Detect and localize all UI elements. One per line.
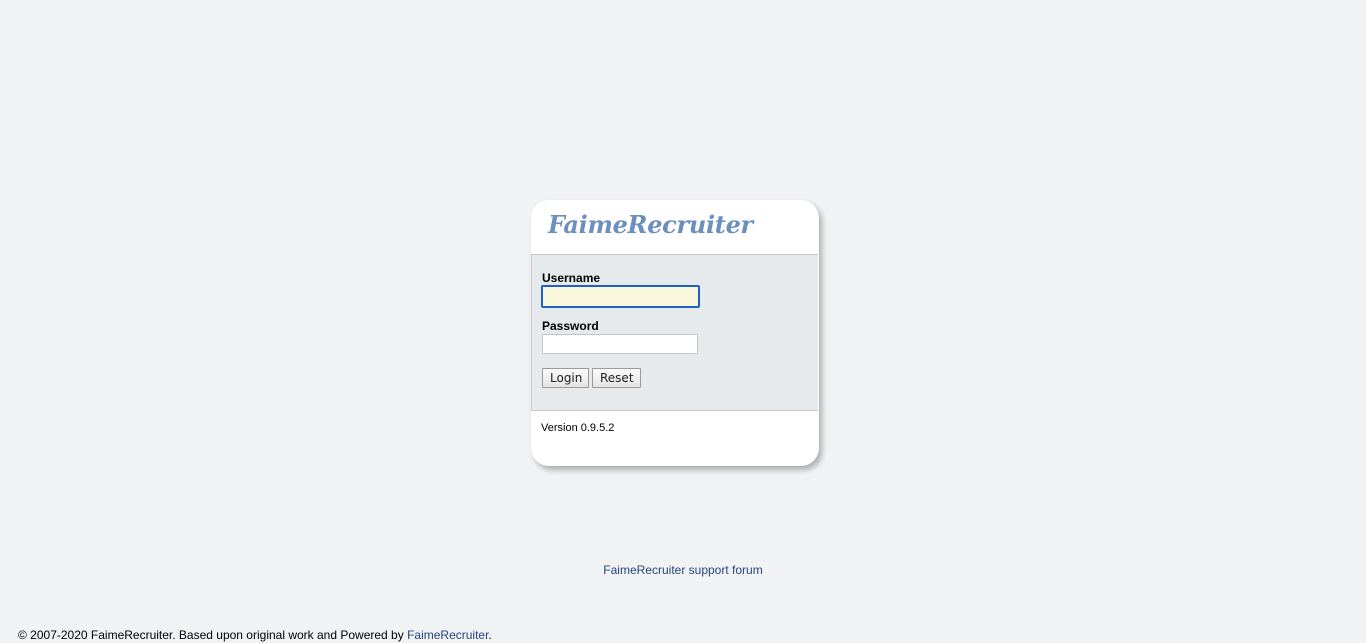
footer-period: . [488,628,492,642]
powered-by-link[interactable]: FaimeRecruiter [407,628,488,642]
footer-copyright: © 2007-2020 FaimeRecruiter. Based upon o… [18,628,408,642]
username-input[interactable] [541,285,700,308]
support-link-container: FaimeRecruiter support forum [0,563,1366,577]
support-forum-link[interactable]: FaimeRecruiter support forum [603,563,762,577]
login-card: FaimeRecruiter Username Password Login R… [531,200,819,466]
footer: © 2007-2020 FaimeRecruiter. Based upon o… [18,628,492,642]
version-text: Version 0.9.5.2 [541,422,615,434]
app-logo: FaimeRecruiter [548,210,753,239]
login-button[interactable]: Login [542,368,589,388]
reset-button[interactable]: Reset [592,368,641,388]
password-label: Password [542,319,599,333]
password-input[interactable] [542,334,698,354]
login-form: Username Password Login Reset [531,254,818,411]
username-label: Username [542,271,601,285]
brand-header: FaimeRecruiter [531,200,819,254]
